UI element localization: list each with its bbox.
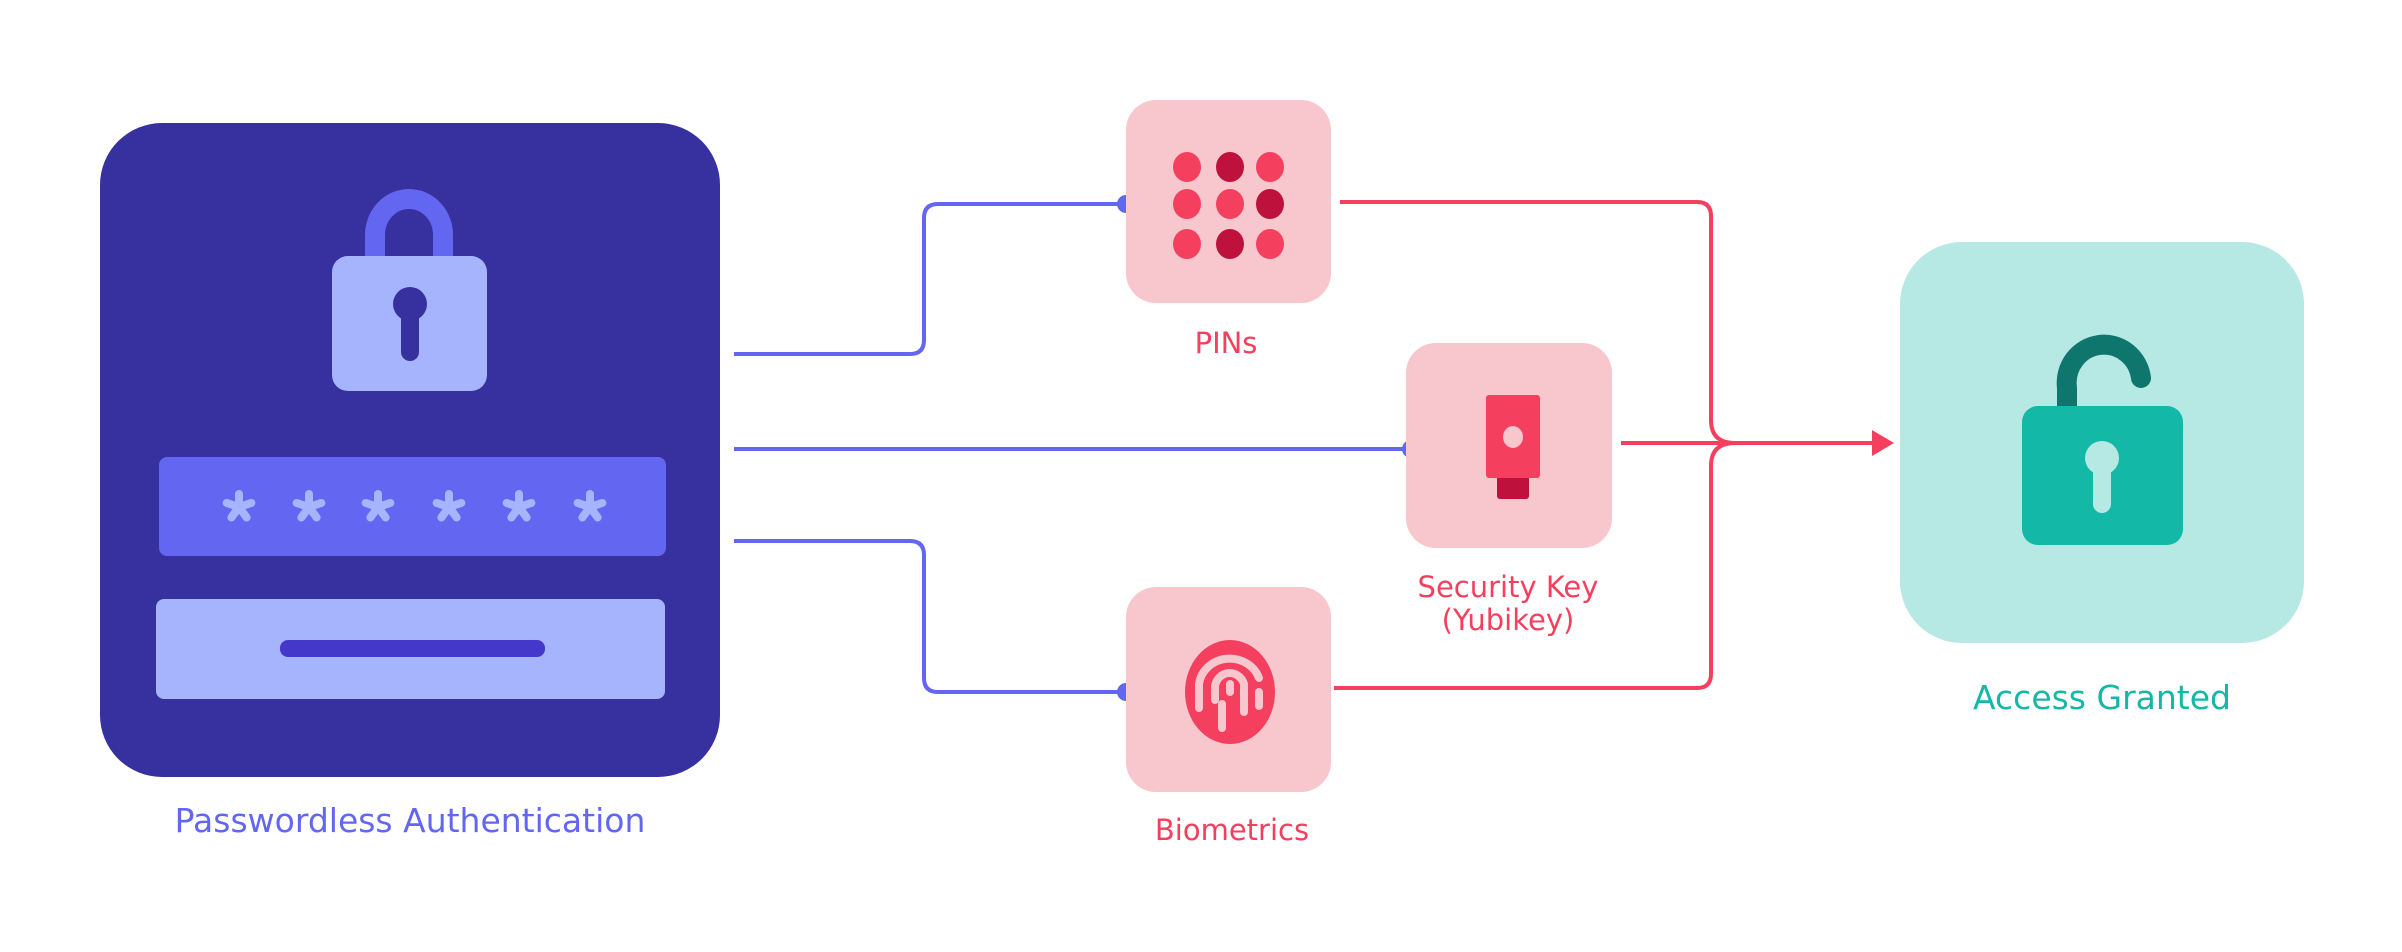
arrowhead-icon [1872, 430, 1894, 456]
pins-label: PINs [1194, 326, 1258, 360]
keypad-dot [1173, 152, 1201, 182]
keypad-dot [1216, 189, 1244, 219]
biometrics-label: Biometrics [1154, 813, 1310, 847]
keypad-dot [1216, 152, 1244, 182]
connector-to-biometrics [734, 539, 1126, 694]
password-field [159, 457, 666, 556]
access-granted-label: Access Granted [1973, 678, 2231, 717]
method-card-security-key [1406, 343, 1612, 548]
keypad-dot [1256, 189, 1284, 219]
method-card-biometrics [1126, 587, 1331, 792]
security-key-label-line2: (Yubikey) [1441, 603, 1575, 638]
keypad-dot [1216, 229, 1244, 259]
passwordless-card [100, 123, 720, 777]
keypad-icon [1173, 152, 1284, 259]
security-key-label-line1: Security Key [1417, 570, 1599, 604]
keypad-dot [1256, 229, 1284, 259]
fingerprint-icon [1185, 640, 1275, 744]
keypad-dot [1173, 229, 1201, 259]
method-card-pins [1126, 100, 1331, 303]
access-granted-card [1900, 242, 2304, 643]
login-button-shape [156, 599, 665, 699]
keypad-dot [1256, 152, 1284, 182]
passwordless-authentication-label: Passwordless Authentication [174, 801, 646, 840]
security-key-label: Security Key (Yubikey) [1417, 570, 1599, 638]
keypad-dot [1173, 189, 1201, 219]
connector-to-pins [734, 202, 1126, 356]
